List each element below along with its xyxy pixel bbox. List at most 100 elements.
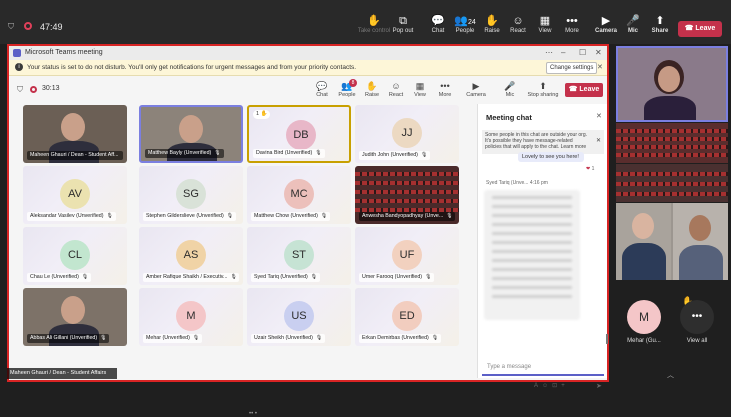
attach-icon[interactable]: +	[561, 383, 569, 389]
chat-button[interactable]: 💬 Chat	[308, 81, 336, 98]
view-all-button[interactable]: •••	[680, 300, 714, 334]
close-icon[interactable]: ✕	[595, 48, 602, 57]
message-input[interactable]: Type a message	[482, 360, 604, 376]
mic-muted-icon: 🎙	[315, 150, 322, 156]
mic-muted-icon: 🎙	[425, 274, 432, 280]
page-indicator: •• •	[249, 411, 257, 417]
leave-button[interactable]: ☎ Leave	[678, 21, 722, 37]
heart-reaction[interactable]: ❤ 1	[586, 166, 594, 172]
blurred-message	[484, 190, 580, 320]
grid-icon: ▦	[415, 81, 425, 91]
mic-muted-icon: 🎙	[106, 213, 113, 219]
pop-out-button[interactable]: ⧉ Pop out	[386, 14, 420, 34]
avatar[interactable]: M	[627, 300, 661, 334]
compose-tools[interactable]: A☺⊡+	[534, 382, 569, 389]
close-icon[interactable]: ✕	[596, 112, 602, 120]
avatar: SG	[176, 179, 206, 209]
send-icon[interactable]: ➤	[596, 382, 602, 390]
gif-icon[interactable]: ⊡	[552, 383, 561, 389]
chevron-up-icon[interactable]: ︿	[667, 370, 674, 380]
participant-name: Abbas Ali Gillani (Unverified) 🎙	[27, 334, 110, 343]
participant-tile[interactable]: Maheen Ghauri / Dean - Student Aff...🎙	[23, 105, 127, 163]
participant-name: Syed Tariq (Unverified) 🎙	[251, 273, 321, 282]
share-button[interactable]: ⬆ Share	[643, 14, 677, 34]
mic-muted-icon: 🎙	[122, 152, 123, 158]
stop-sharing-button[interactable]: ⬆ Stop sharing	[527, 81, 559, 98]
participant-tile[interactable]: AV Aleksandar Vasilev (Unverified) 🎙	[23, 166, 127, 224]
mic-muted-icon: 🎙	[420, 152, 428, 158]
participant-tile[interactable]: SG Stephen Gilderslieve (Unverified) 🎙	[139, 166, 243, 224]
meeting-timer: 30:13	[42, 85, 60, 92]
more-icon: •••	[566, 15, 578, 27]
participant-name: Amber Rafique Shaikh / Executiv... 🎙	[143, 273, 239, 282]
chat-title: Meeting chat	[486, 113, 532, 122]
leave-button[interactable]: ☎ Leave	[565, 83, 603, 97]
meeting-timer: 47:49	[40, 22, 63, 32]
avatar: ST	[284, 240, 314, 270]
chat-icon: 💬	[316, 81, 328, 91]
avatar: M	[176, 301, 206, 331]
view-button[interactable]: ▦ View	[406, 81, 434, 98]
camera-icon: ▶	[472, 81, 480, 91]
participant-tile[interactable]: Anwesha Bandyopadhyay (Unve... 🎙	[355, 166, 459, 224]
meeting-top-bar: ⛉ 47:49 ✋ Take control ⧉ Pop out 💬 Chat 👥24…	[0, 0, 731, 44]
mic-muted-icon: 🎙	[81, 274, 89, 280]
more-icon: •••	[691, 311, 703, 322]
participant-name: Stephen Gilderslieve (Unverified) 🎙	[143, 212, 237, 221]
presenter-label: Maheen Ghauri / Dean - Student Affairs	[7, 368, 117, 379]
close-icon[interactable]: ✕	[596, 138, 601, 144]
participant-tile[interactable]: CL Chau Le (Unverified) 🎙	[23, 227, 127, 285]
participant-name: Anwesha Bandyopadhyay (Unve... 🎙	[359, 212, 455, 221]
emoji-icon[interactable]: ☺	[542, 383, 552, 389]
maximize-icon[interactable]: ☐	[579, 48, 586, 57]
format-icon[interactable]: A	[534, 383, 542, 389]
participant-video[interactable]	[616, 123, 728, 163]
participant-tile[interactable]: ED Erkan Demirbas (Unverified) 🎙	[355, 288, 459, 346]
hand-icon: ✋	[259, 111, 268, 117]
people-button[interactable]: 👥 8 People	[333, 79, 361, 98]
participant-tile[interactable]: JJ Judith John (Unverified) 🎙	[355, 105, 459, 163]
notice-text: Your status is set to do not disturb. Yo…	[27, 64, 357, 71]
participant-tile[interactable]: DB 1 ✋ Davina Bird (Unverified) 🎙	[247, 105, 351, 163]
participant-tile[interactable]: MC Matthew Chow (Unverified) 🎙	[247, 166, 351, 224]
avatar: MC	[284, 179, 314, 209]
mic-muted-icon: 🎙	[226, 213, 234, 219]
avatar: JJ	[392, 118, 422, 148]
participant-tile[interactable]: ST Syed Tariq (Unverified) 🎙	[247, 227, 351, 285]
mic-muted-icon: 🎙	[315, 335, 323, 341]
participant-video[interactable]	[616, 164, 728, 202]
more-button[interactable]: ••• More	[555, 14, 589, 34]
mic-muted-icon: 🎙	[192, 335, 200, 341]
avatar: ED	[392, 301, 422, 331]
participant-name: Maheen Ghauri / Dean - Student Aff...🎙	[27, 151, 123, 160]
participant-tile[interactable]: Abbas Ali Gillani (Unverified) 🎙	[23, 288, 127, 346]
ellipsis-icon[interactable]: ⋯	[545, 48, 553, 57]
mic-muted-icon: 🎙	[100, 335, 107, 341]
camera-button[interactable]: ▶ Camera	[462, 81, 490, 98]
mic-muted-icon: 🎙	[230, 274, 237, 280]
participant-tile[interactable]: Matthew Bayly (Unverified) 🎙	[139, 105, 243, 163]
change-settings-button[interactable]: Change settings	[546, 62, 598, 74]
people-icon: 👥	[454, 15, 468, 27]
mic-muted-icon: 🎙	[214, 150, 221, 156]
more-button[interactable]: ••• More	[431, 81, 459, 98]
window-titlebar: Microsoft Teams meeting ⋯ – ☐ ✕	[9, 46, 607, 60]
mic-icon: 🎤	[504, 81, 516, 91]
minimize-icon[interactable]: –	[561, 48, 565, 57]
mic-button[interactable]: 🎤 Mic	[496, 81, 524, 98]
participant-tile[interactable]: UF Umer Farooq (Unverified) 🎙	[355, 227, 459, 285]
close-icon[interactable]: ✕	[597, 63, 603, 71]
participant-name: Mehar (Unverified) 🎙	[143, 334, 203, 343]
participant-tile[interactable]: M Mehar (Unverified) 🎙	[139, 288, 243, 346]
chat-scrollbar[interactable]	[606, 334, 608, 344]
meeting-chat-panel: Meeting chat ✕ Some people in this chat …	[477, 104, 608, 390]
participant-video[interactable]	[616, 203, 728, 280]
participant-tile[interactable]: US Uzair Sheikh (Unverified) 🎙	[247, 288, 351, 346]
chat-message[interactable]: Lovely to see you here!	[518, 152, 584, 162]
avatar-name: Mehar (Gu...	[627, 338, 661, 344]
participant-grid: Maheen Ghauri / Dean - Student Aff...🎙 Ma…	[23, 105, 475, 417]
view-all-label: View all	[686, 338, 708, 344]
avatar: DB	[286, 120, 316, 150]
participant-tile[interactable]: AS Amber Rafique Shaikh / Executiv... 🎙	[139, 227, 243, 285]
participant-video[interactable]	[616, 46, 728, 122]
